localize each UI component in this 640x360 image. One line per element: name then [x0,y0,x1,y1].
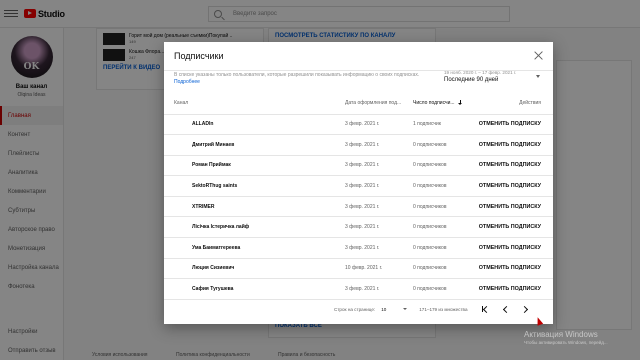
column-actions: Действия [473,93,553,115]
rows-per-page-value: 10 [381,306,387,312]
close-icon[interactable] [534,51,543,60]
subscribe-date: 10 февр. 2021 г. [345,258,413,280]
pagination: Строк на странице: 10 171–179 из множест… [164,299,553,319]
period-value: Последние 90 дней [444,77,499,83]
table-row: Люция Сизиевич 10 февр. 2021 г. 0 подписчи… [164,258,553,280]
table-row: Лісічка Істеричка лайф 3 февр. 2021 г. 0 п… [164,216,553,239]
watermark-title: Активация Windows [524,330,598,339]
subscribe-date: 3 февр. 2021 г. [345,134,413,156]
subscriber-name[interactable]: Люция Сизиевич [164,258,345,280]
subscribe-date: 3 февр. 2021 г. [345,278,413,300]
unsubscribe-button[interactable]: ОТМЕНИТЬ ПОДПИСКУ [473,175,553,197]
subscriber-name[interactable]: Лісічка Істеричка лайф [164,216,345,239]
column-subscribers-label: Число подписчи... [413,100,455,107]
unsubscribe-button[interactable]: ОТМЕНИТЬ ПОДПИСКУ [473,216,553,239]
rows-per-page-select[interactable]: 10 [381,306,408,312]
unsubscribe-button[interactable]: ОТМЕНИТЬ ПОДПИСКУ [473,237,553,259]
info-text: В списке указаны только пользователи, ко… [174,72,420,78]
subscribe-date: 3 февр. 2021 г. [345,155,413,177]
prev-page-icon[interactable] [500,304,510,314]
subscriber-count: 0 подписчиков [413,278,473,300]
unsubscribe-button[interactable]: ОТМЕНИТЬ ПОДПИСКУ [473,134,553,156]
subscriber-count: 0 подписчиков [413,155,473,177]
unsubscribe-button[interactable]: ОТМЕНИТЬ ПОДПИСКУ [473,278,553,300]
windows-activation-watermark: Активация Windows Чтобы активировать Win… [524,330,608,345]
unsubscribe-button[interactable]: ОТМЕНИТЬ ПОДПИСКУ [473,258,553,280]
unsubscribe-button[interactable]: ОТМЕНИТЬ ПОДПИСКУ [473,196,553,218]
table-row: Дмитрий Минаев 3 февр. 2021 г. 0 подписчик… [164,134,553,156]
dropdown-arrow-icon [403,307,408,310]
chevron-down-icon [536,75,540,78]
subscribers-dialog: Подписчики В списке указаны только польз… [164,42,553,324]
subscriber-count: 0 подписчиков [413,175,473,197]
watermark-subtitle: Чтобы активировать Windows, перейд... [524,340,608,345]
subscriber-name[interactable]: XTRIMER [164,196,345,218]
page-range: 171–179 из множества [419,306,468,312]
table-row: Ума Баиматгереева 3 февр. 2021 г. 0 подпис… [164,237,553,259]
period-range: 19 нояб. 2020 г. – 17 февр. 2021 г. [444,70,517,75]
subscriber-count: 0 подписчиков [413,134,473,156]
next-page-icon[interactable] [520,304,530,314]
table-header: Канал Дата оформления под... Число подпи… [164,93,553,115]
table-row: SektoRThug saints 3 февр. 2021 г. 0 подпис… [164,175,553,197]
subscriber-name[interactable]: ALLADIn [164,114,345,136]
subscriber-name[interactable]: Дмитрий Минаев [164,134,345,156]
table-row: ALLADIn 3 февр. 2021 г. 1 подписчик ОТМЕНИТ… [164,114,553,136]
subscribe-date: 3 февр. 2021 г. [345,216,413,239]
subscriber-count: 0 подписчиков [413,258,473,280]
subscriber-name[interactable]: Сафия Тугушева [164,278,345,300]
table-row: Сафия Тугушева 3 февр. 2021 г. 0 подписчик… [164,278,553,300]
first-page-icon[interactable] [480,304,490,314]
subscribe-date: 3 февр. 2021 г. [345,196,413,218]
learn-more-link[interactable]: Подробнее [174,79,200,85]
unsubscribe-button[interactable]: ОТМЕНИТЬ ПОДПИСКУ [473,155,553,177]
sort-arrow-icon[interactable] [458,100,463,106]
subscriber-name[interactable]: Ума Баиматгереева [164,237,345,259]
subscriber-name[interactable]: Роман Приймак [164,155,345,177]
subscriber-count: 0 подписчиков [413,196,473,218]
column-date[interactable]: Дата оформления под... [345,93,413,115]
rows-per-page-label: Строк на странице: [334,306,376,312]
subscriber-name[interactable]: SektoRThug saints [164,175,345,197]
column-subscribers[interactable]: Число подписчи... [413,93,473,115]
subscriber-count: 0 подписчиков [413,216,473,239]
column-channel: Канал [164,93,345,115]
subscribers-table: Канал Дата оформления под... Число подпи… [164,93,553,300]
unsubscribe-button[interactable]: ОТМЕНИТЬ ПОДПИСКУ [473,114,553,136]
table-row: Роман Приймак 3 февр. 2021 г. 0 подписчико… [164,155,553,177]
subscriber-count: 0 подписчиков [413,237,473,259]
subscriber-count: 1 подписчик [413,114,473,136]
subscribe-date: 3 февр. 2021 г. [345,114,413,136]
period-dropdown[interactable]: 19 нояб. 2020 г. – 17 февр. 2021 г. Посл… [444,70,544,86]
subscribe-date: 3 февр. 2021 г. [345,175,413,197]
table-row: XTRIMER 3 февр. 2021 г. 0 подписчиков ОТМЕН… [164,196,553,218]
subscribe-date: 3 февр. 2021 г. [345,237,413,259]
dialog-title: Подписчики [174,51,224,61]
